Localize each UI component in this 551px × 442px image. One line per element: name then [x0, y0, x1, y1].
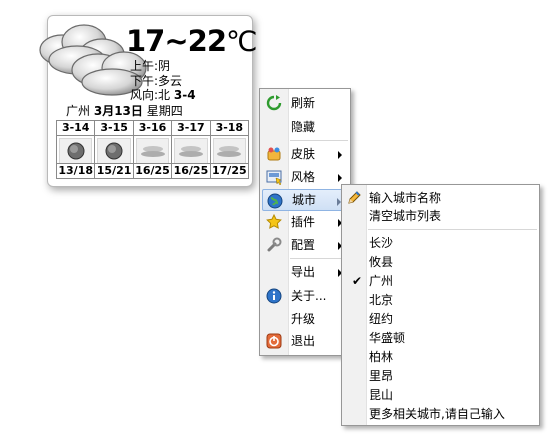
wind-level: 3-4	[173, 88, 196, 102]
forecast-day: 3-17 16/25	[172, 121, 211, 179]
menu-item-skin[interactable]: 皮肤	[262, 143, 348, 165]
menu-label: 攸县	[369, 255, 394, 269]
star-icon	[266, 214, 282, 229]
city-name: 广州	[66, 104, 91, 118]
menu-label: 北京	[369, 293, 394, 307]
menu-label: 更多相关城市,请自己输入	[369, 407, 505, 421]
menu-label: 输入城市名称	[369, 191, 442, 205]
forecast-temp: 16/25	[172, 163, 210, 177]
menu-item-config[interactable]: 配置	[262, 234, 348, 256]
menu-label: 长沙	[369, 236, 394, 250]
menu-label: 昆山	[369, 388, 394, 402]
menu-label: 纽约	[369, 312, 394, 326]
menu-label: 刷新	[291, 96, 316, 110]
forecast-date: 3-14	[57, 121, 95, 136]
menu-label: 隐藏	[291, 120, 316, 134]
menu-label: 皮肤	[291, 147, 316, 161]
forecast-day: 3-16 16/25	[133, 121, 173, 179]
forecast-temp: 16/25	[133, 163, 172, 177]
info-icon	[266, 288, 282, 304]
menu-item-clear-city-list[interactable]: 清空城市列表	[344, 205, 537, 227]
menu-label: 清空城市列表	[369, 209, 442, 223]
menu-label: 广州	[369, 274, 394, 288]
menu-label: 关于...	[291, 289, 327, 303]
forecast-date: 3-16	[133, 121, 172, 136]
wrench-icon	[267, 237, 282, 252]
menu-item-plugins[interactable]: 插件	[262, 211, 348, 233]
menu-label: 柏林	[369, 350, 394, 364]
menu-item-export[interactable]: 导出	[262, 261, 348, 283]
forecast-day: 3-15 15/21	[95, 121, 134, 179]
fog-icon	[174, 138, 208, 164]
menu-item-exit[interactable]: 退出	[262, 330, 348, 352]
cloudy-moon-icon	[97, 138, 131, 164]
fog-icon	[135, 138, 170, 164]
forecast-date: 3-18	[210, 121, 249, 136]
weekday: 星期四	[146, 104, 183, 118]
forecast-temp: 15/21	[95, 163, 133, 177]
menu-separator	[290, 140, 348, 142]
forecast-date: 3-15	[95, 121, 133, 136]
forecast-day: 3-14 13/18	[57, 121, 96, 179]
menu-label: 里昂	[369, 369, 394, 383]
menu-item-about[interactable]: 关于...	[262, 285, 348, 307]
style-icon	[266, 170, 282, 185]
submenu-arrow-icon	[338, 174, 342, 182]
fog-icon	[212, 138, 247, 164]
refresh-icon	[266, 95, 282, 111]
menu-separator	[290, 258, 348, 260]
menu-separator	[368, 229, 537, 231]
power-icon	[266, 333, 282, 349]
menu-label: 华盛顿	[369, 331, 406, 345]
forecast-day: 3-18 17/25	[210, 121, 250, 179]
date-line: 广州 3月13日 星期四	[66, 102, 183, 119]
city-submenu: 输入城市名称 清空城市列表 长沙 攸县 ✔ 广州 北京 纽约 华盛顿 柏林 里昂…	[341, 184, 540, 426]
forecast-temp: 17/25	[210, 163, 249, 177]
current-date: 3月13日	[93, 104, 143, 118]
menu-item-upgrade[interactable]: 升级	[262, 308, 348, 330]
temperature-range: 17~22	[126, 24, 227, 58]
weather-widget[interactable]: 17~22℃ 上午:阴 下午:多云 风向:北 3-4 广州 3月13日 星期四 …	[39, 15, 257, 187]
menu-label: 退出	[291, 334, 316, 348]
current-temperature: 17~22℃	[126, 24, 257, 58]
wind-direction: 风向:北	[130, 88, 171, 102]
menu-label: 导出	[291, 265, 316, 279]
menu-label: 升级	[291, 312, 316, 326]
context-menu: 刷新 隐藏 皮肤 风格 城市 插件 配置 导出 关于... 升级 退出	[259, 88, 351, 356]
menu-label: 城市	[292, 193, 317, 207]
forecast-temp: 13/18	[57, 163, 95, 177]
menu-item-refresh[interactable]: 刷新	[262, 92, 348, 114]
menu-item-style[interactable]: 风格	[262, 166, 348, 188]
forecast-grid: 3-14 13/18 3-15 15/21 3-16 16/25 3-17 16…	[56, 120, 250, 179]
menu-label: 插件	[291, 215, 316, 229]
menu-label: 配置	[291, 238, 316, 252]
forecast-date: 3-17	[172, 121, 210, 136]
temperature-unit: ℃	[226, 25, 257, 58]
menu-item-more-cities[interactable]: 更多相关城市,请自己输入	[344, 403, 537, 425]
menu-item-hide[interactable]: 隐藏	[262, 116, 348, 138]
wind-info: 风向:北 3-4	[130, 86, 196, 103]
globe-icon	[267, 193, 283, 209]
pencil-icon	[348, 191, 361, 204]
submenu-arrow-icon	[338, 151, 342, 159]
cloudy-moon-icon	[59, 138, 93, 164]
skin-icon	[267, 147, 281, 161]
menu-item-city[interactable]: 城市	[262, 189, 348, 211]
menu-label: 风格	[291, 170, 316, 184]
